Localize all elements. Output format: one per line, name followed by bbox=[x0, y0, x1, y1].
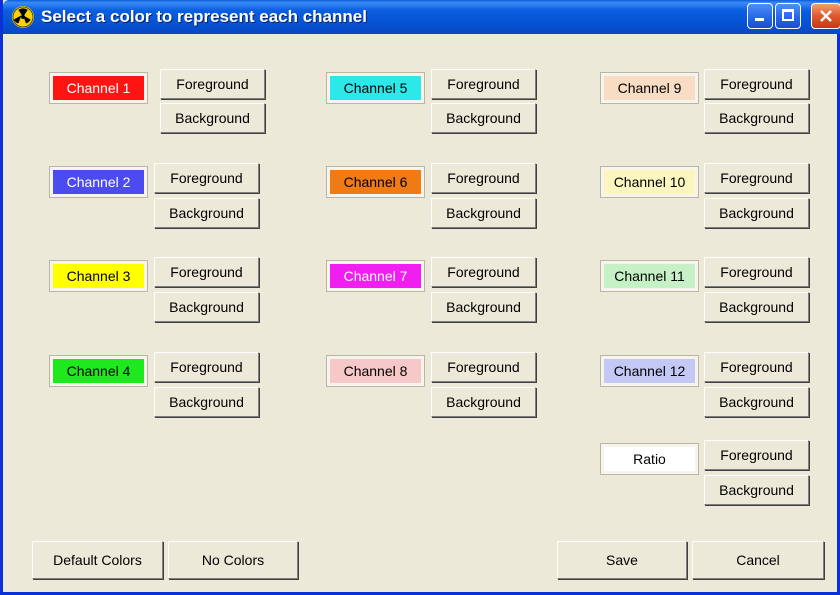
background-button[interactable]: Background bbox=[431, 198, 536, 228]
background-button[interactable]: Background bbox=[154, 292, 259, 322]
foreground-button[interactable]: Foreground bbox=[704, 163, 809, 193]
cancel-button[interactable]: Cancel bbox=[692, 541, 824, 579]
background-button[interactable]: Background bbox=[154, 387, 259, 417]
channel-label: Channel 2 bbox=[66, 174, 131, 190]
channel-swatch: Channel 12 bbox=[600, 355, 699, 387]
foreground-button[interactable]: Foreground bbox=[704, 257, 809, 287]
minimize-icon bbox=[755, 18, 764, 21]
channel-label: Channel 5 bbox=[343, 80, 408, 96]
ratio-swatch: Ratio bbox=[600, 443, 699, 475]
foreground-button[interactable]: Foreground bbox=[431, 69, 536, 99]
channel-swatch: Channel 11 bbox=[600, 260, 699, 292]
channel-swatch: Channel 3 bbox=[49, 260, 148, 292]
foreground-button[interactable]: Foreground bbox=[431, 352, 536, 382]
foreground-button[interactable]: Foreground bbox=[154, 163, 259, 193]
background-button[interactable]: Background bbox=[704, 292, 809, 322]
channel-swatch: Channel 1 bbox=[49, 72, 148, 104]
channel-label: Channel 3 bbox=[66, 268, 131, 284]
channel-label: Channel 10 bbox=[613, 174, 686, 190]
foreground-button[interactable]: Foreground bbox=[154, 257, 259, 287]
channel-label: Channel 8 bbox=[343, 363, 408, 379]
foreground-button[interactable]: Foreground bbox=[160, 69, 265, 99]
channel-swatch: Channel 10 bbox=[600, 166, 699, 198]
title-bar[interactable]: Select a color to represent each channel bbox=[3, 0, 840, 34]
dialog-window: Select a color to represent each channel… bbox=[0, 0, 840, 595]
channel-label: Channel 11 bbox=[614, 268, 685, 284]
default-colors-button[interactable]: Default Colors bbox=[32, 541, 163, 579]
maximize-icon bbox=[782, 9, 794, 21]
background-button[interactable]: Background bbox=[704, 387, 809, 417]
channel-label: Channel 6 bbox=[343, 174, 408, 190]
channel-label: Channel 7 bbox=[343, 268, 408, 284]
background-button[interactable]: Background bbox=[704, 103, 809, 133]
background-button[interactable]: Background bbox=[154, 198, 259, 228]
channel-swatch: Channel 4 bbox=[49, 355, 148, 387]
channel-swatch: Channel 2 bbox=[49, 166, 148, 198]
foreground-button[interactable]: Foreground bbox=[704, 69, 809, 99]
channel-swatch: Channel 6 bbox=[326, 166, 425, 198]
save-button[interactable]: Save bbox=[557, 541, 687, 579]
window-title: Select a color to represent each channel bbox=[41, 7, 367, 26]
close-button[interactable] bbox=[811, 3, 840, 29]
channel-label: Channel 9 bbox=[617, 80, 682, 96]
channel-label: Channel 4 bbox=[66, 363, 131, 379]
channel-label: Channel 1 bbox=[66, 80, 131, 96]
minimize-button[interactable] bbox=[747, 3, 773, 29]
background-button[interactable]: Background bbox=[704, 198, 809, 228]
close-icon bbox=[820, 10, 832, 22]
channel-swatch: Channel 7 bbox=[326, 260, 425, 292]
channel-swatch: Channel 9 bbox=[600, 72, 699, 104]
foreground-button[interactable]: Foreground bbox=[704, 352, 809, 382]
ratio-label: Ratio bbox=[633, 451, 666, 467]
channel-label: Channel 12 bbox=[613, 363, 686, 379]
no-colors-button[interactable]: No Colors bbox=[168, 541, 298, 579]
foreground-button[interactable]: Foreground bbox=[154, 352, 259, 382]
background-button[interactable]: Background bbox=[431, 387, 536, 417]
foreground-button[interactable]: Foreground bbox=[704, 440, 809, 470]
background-button[interactable]: Background bbox=[704, 475, 809, 505]
radiation-icon bbox=[12, 6, 34, 28]
channel-swatch: Channel 5 bbox=[326, 72, 425, 104]
maximize-button[interactable] bbox=[775, 3, 801, 29]
foreground-button[interactable]: Foreground bbox=[431, 257, 536, 287]
background-button[interactable]: Background bbox=[431, 103, 536, 133]
channel-swatch: Channel 8 bbox=[326, 355, 425, 387]
foreground-button[interactable]: Foreground bbox=[431, 163, 536, 193]
background-button[interactable]: Background bbox=[431, 292, 536, 322]
background-button[interactable]: Background bbox=[160, 103, 265, 133]
